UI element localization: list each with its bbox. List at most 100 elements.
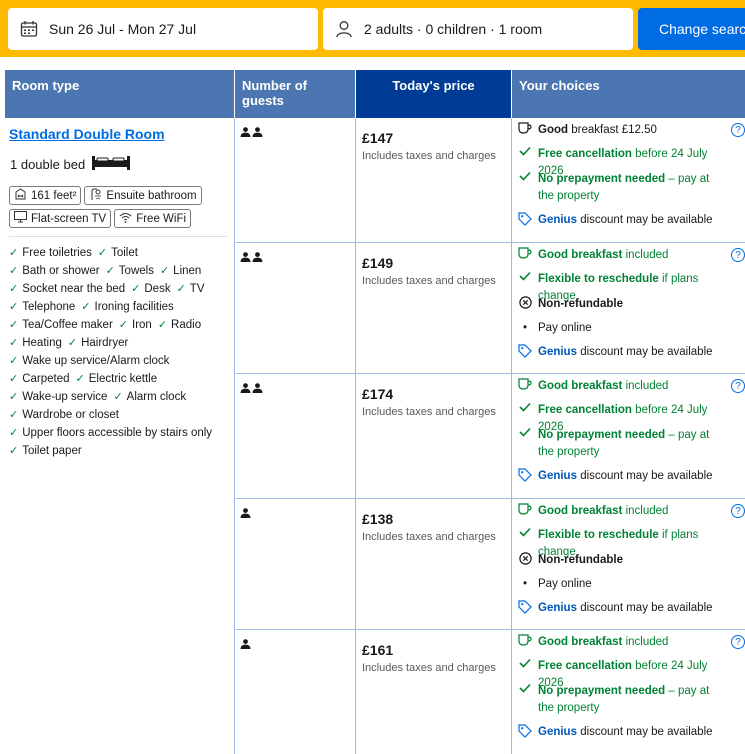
- amenity-label: Heating: [22, 337, 62, 349]
- breakfast-detail: included: [625, 636, 669, 648]
- check-icon: [516, 527, 534, 537]
- guests-selector[interactable]: 2 adults · 0 children · 1 room: [323, 8, 633, 50]
- price-value: £149: [362, 255, 394, 271]
- coffee-cup-icon: [516, 247, 534, 259]
- amenity-item: ✓ Iron: [119, 317, 152, 333]
- genius-choice: Genius discount may be available: [516, 724, 716, 741]
- info-icon[interactable]: ?: [731, 635, 745, 649]
- pay-online-label: Pay online: [538, 578, 592, 590]
- breakfast-choice: Good breakfast included: [516, 503, 716, 520]
- wifi-text: Free WiFi: [136, 212, 187, 225]
- prepayment-choice: No prepayment needed – pay at the proper…: [516, 683, 716, 717]
- amenity-label: Upper floors accessible by stairs only: [22, 427, 213, 439]
- tv-icon: [14, 211, 27, 226]
- genius-tag-icon: [516, 344, 534, 358]
- genius-detail: discount may be available: [580, 726, 713, 738]
- guest-icons: [240, 638, 251, 652]
- table-row: £174 Includes taxes and charges? Good brea…: [236, 374, 745, 499]
- choices-cell: ? Good breakfast £12.50 Free cancellation …: [512, 118, 745, 242]
- date-picker[interactable]: Sun 26 Jul - Mon 27 Jul: [8, 8, 318, 50]
- info-icon[interactable]: ?: [731, 379, 745, 393]
- info-icon[interactable]: ?: [731, 248, 745, 262]
- amenity-item: ✓ Heating: [9, 335, 62, 351]
- refund-choice: Non-refundable: [516, 296, 716, 313]
- breakfast-label: Good breakfast: [538, 636, 623, 648]
- room-facility-tags: 161 feet² Ensuite bathroom Flat-screen T…: [9, 186, 227, 228]
- policy-label: Free cancellation: [538, 660, 632, 672]
- breakfast-detail: included: [625, 380, 669, 392]
- amenity-label: Tea/Coffee maker: [22, 319, 113, 331]
- breakfast-detail: breakfast £12.50: [571, 124, 657, 136]
- amenity-item: ✓ Telephone: [9, 299, 75, 315]
- prepayment-choice: No prepayment needed – pay at the proper…: [516, 171, 716, 205]
- price-cell: £174 Includes taxes and charges: [356, 374, 512, 498]
- prepayment-choice: No prepayment needed – pay at the proper…: [516, 427, 716, 461]
- room-name-link[interactable]: Standard Double Room: [9, 126, 165, 142]
- check-icon: [516, 171, 534, 181]
- genius-tag-icon: [516, 468, 534, 482]
- amenity-item: ✓ Electric kettle: [76, 371, 158, 387]
- amenity-label: Ironing facilities: [94, 301, 174, 313]
- breakfast-choice: Good breakfast included: [516, 247, 716, 264]
- amenity-item: ✓ Toilet: [98, 245, 138, 261]
- amenity-label: Desk: [144, 283, 171, 295]
- amenity-label: Electric kettle: [88, 373, 158, 385]
- genius-detail: discount may be available: [580, 470, 713, 482]
- price-cell: £147 Includes taxes and charges: [356, 118, 512, 242]
- amenity-label: Towels: [118, 265, 154, 277]
- check-icon: ✓: [9, 265, 19, 277]
- header-choices: Your choices: [512, 70, 745, 118]
- genius-label: Genius: [538, 726, 577, 738]
- policy-label: Free cancellation: [538, 148, 632, 160]
- guest-icons: [240, 382, 263, 396]
- genius-tag-icon: [516, 600, 534, 614]
- tag-ensuite: Ensuite bathroom: [84, 186, 202, 205]
- amenity-item: ✓ Alarm clock: [113, 389, 186, 405]
- guest-icon: [240, 126, 251, 140]
- calendar-icon: [19, 19, 39, 39]
- guests-cell: [236, 118, 356, 242]
- amenity-label: Hairdryer: [81, 337, 129, 349]
- table-row: £147 Includes taxes and charges? Good brea…: [236, 118, 745, 243]
- room-size-text: 161 feet²: [31, 189, 77, 202]
- coffee-cup-icon: [516, 634, 534, 646]
- genius-choice: Genius discount may be available: [516, 344, 716, 361]
- check-icon: ✓: [9, 391, 19, 403]
- header-guests: Number of guests: [235, 70, 355, 118]
- guests-cell: [236, 374, 356, 498]
- header-room-type: Room type: [5, 70, 234, 118]
- check-icon: ✓: [9, 337, 19, 349]
- pay-online-choice: • Pay online: [516, 576, 716, 593]
- bed-info: 1 double bed: [10, 155, 131, 174]
- check-icon: [516, 427, 534, 437]
- taxes-note: Includes taxes and charges: [362, 662, 496, 674]
- refund-choice: Non-refundable: [516, 552, 716, 569]
- tv-text: Flat-screen TV: [31, 212, 107, 225]
- check-icon: ✓: [176, 283, 186, 295]
- person-icon: [334, 19, 354, 39]
- amenity-item: ✓ Upper floors accessible by stairs only: [9, 425, 212, 441]
- check-icon: ✓: [9, 373, 19, 385]
- amenity-item: ✓ Toilet paper: [9, 443, 82, 459]
- amenity-item: ✓ Free toiletries: [9, 245, 92, 261]
- check-icon: ✓: [9, 409, 19, 421]
- amenity-item: ✓ Wardrobe or closet: [9, 407, 119, 423]
- amenity-item: ✓ Wake up service/Alarm clock: [9, 353, 169, 369]
- guest-icon: [240, 507, 251, 521]
- check-icon: ✓: [118, 319, 128, 331]
- change-search-button[interactable]: Change search: [638, 8, 745, 50]
- amenity-item: ✓ Linen: [160, 263, 201, 279]
- breakfast-choice: Good breakfast included: [516, 378, 716, 395]
- amenity-label: Telephone: [22, 301, 76, 313]
- check-icon: ✓: [75, 373, 85, 385]
- policy-label: Flexible to reschedule: [538, 273, 659, 285]
- info-icon[interactable]: ?: [731, 123, 745, 137]
- genius-choice: Genius discount may be available: [516, 468, 716, 485]
- wifi-icon: [119, 212, 132, 226]
- taxes-note: Includes taxes and charges: [362, 150, 496, 162]
- genius-detail: discount may be available: [580, 602, 713, 614]
- pay-online-choice: • Pay online: [516, 320, 716, 337]
- breakfast-choice: Good breakfast included: [516, 634, 716, 651]
- genius-tag-icon: [516, 724, 534, 738]
- info-icon[interactable]: ?: [731, 504, 745, 518]
